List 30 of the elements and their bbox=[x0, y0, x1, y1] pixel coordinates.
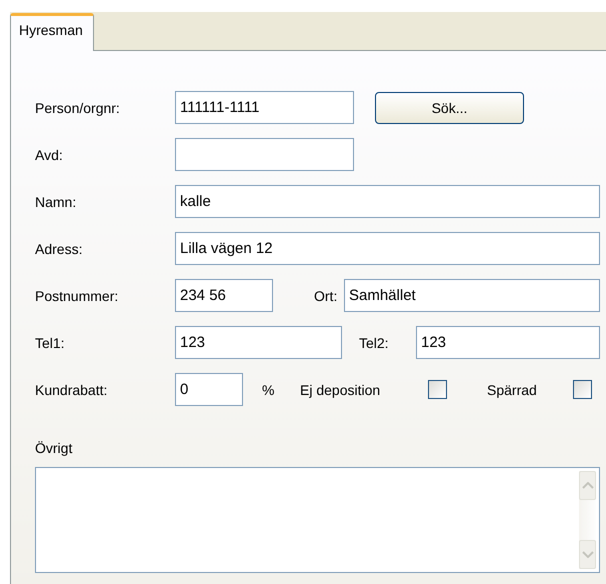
input-field[interactable]: 0 bbox=[175, 373, 243, 406]
field-label: Postnummer: bbox=[35, 288, 120, 304]
checkbox[interactable] bbox=[428, 380, 447, 399]
unit-label: % bbox=[262, 382, 276, 398]
search-button[interactable]: Sök... bbox=[375, 92, 524, 124]
field-label: Adress: bbox=[35, 240, 84, 256]
checkbox-label: Ej deposition bbox=[300, 382, 382, 398]
input-field[interactable] bbox=[175, 138, 354, 171]
notes-textarea[interactable] bbox=[35, 467, 600, 573]
input-field[interactable]: Lilla vägen 12 bbox=[175, 232, 600, 265]
input-field[interactable]: Samhället bbox=[344, 279, 600, 312]
input-field[interactable]: kalle bbox=[175, 185, 600, 218]
field-label: Tel1: bbox=[35, 334, 66, 350]
field-label: Person/orgnr: bbox=[35, 100, 121, 116]
chevron-up-icon[interactable] bbox=[582, 482, 594, 489]
field-label: Avd: bbox=[35, 146, 64, 162]
field-label: Namn: bbox=[35, 194, 78, 210]
field-label: Övrigt bbox=[35, 440, 74, 456]
input-field[interactable]: 123 bbox=[175, 326, 342, 359]
checkbox-label: Spärrad bbox=[487, 382, 538, 398]
input-field[interactable]: 111111-1111 bbox=[175, 91, 354, 124]
chevron-down-icon[interactable] bbox=[582, 551, 594, 558]
field-label: Kundrabatt: bbox=[35, 382, 108, 398]
field-label: Tel2: bbox=[359, 334, 390, 350]
scrollbar[interactable] bbox=[579, 471, 596, 569]
input-field[interactable]: 123 bbox=[416, 326, 600, 359]
input-field[interactable]: 234 56 bbox=[175, 279, 273, 312]
checkbox[interactable] bbox=[573, 380, 592, 399]
field-label: Ort: bbox=[314, 288, 338, 304]
tab[interactable]: Hyresman bbox=[10, 13, 94, 51]
